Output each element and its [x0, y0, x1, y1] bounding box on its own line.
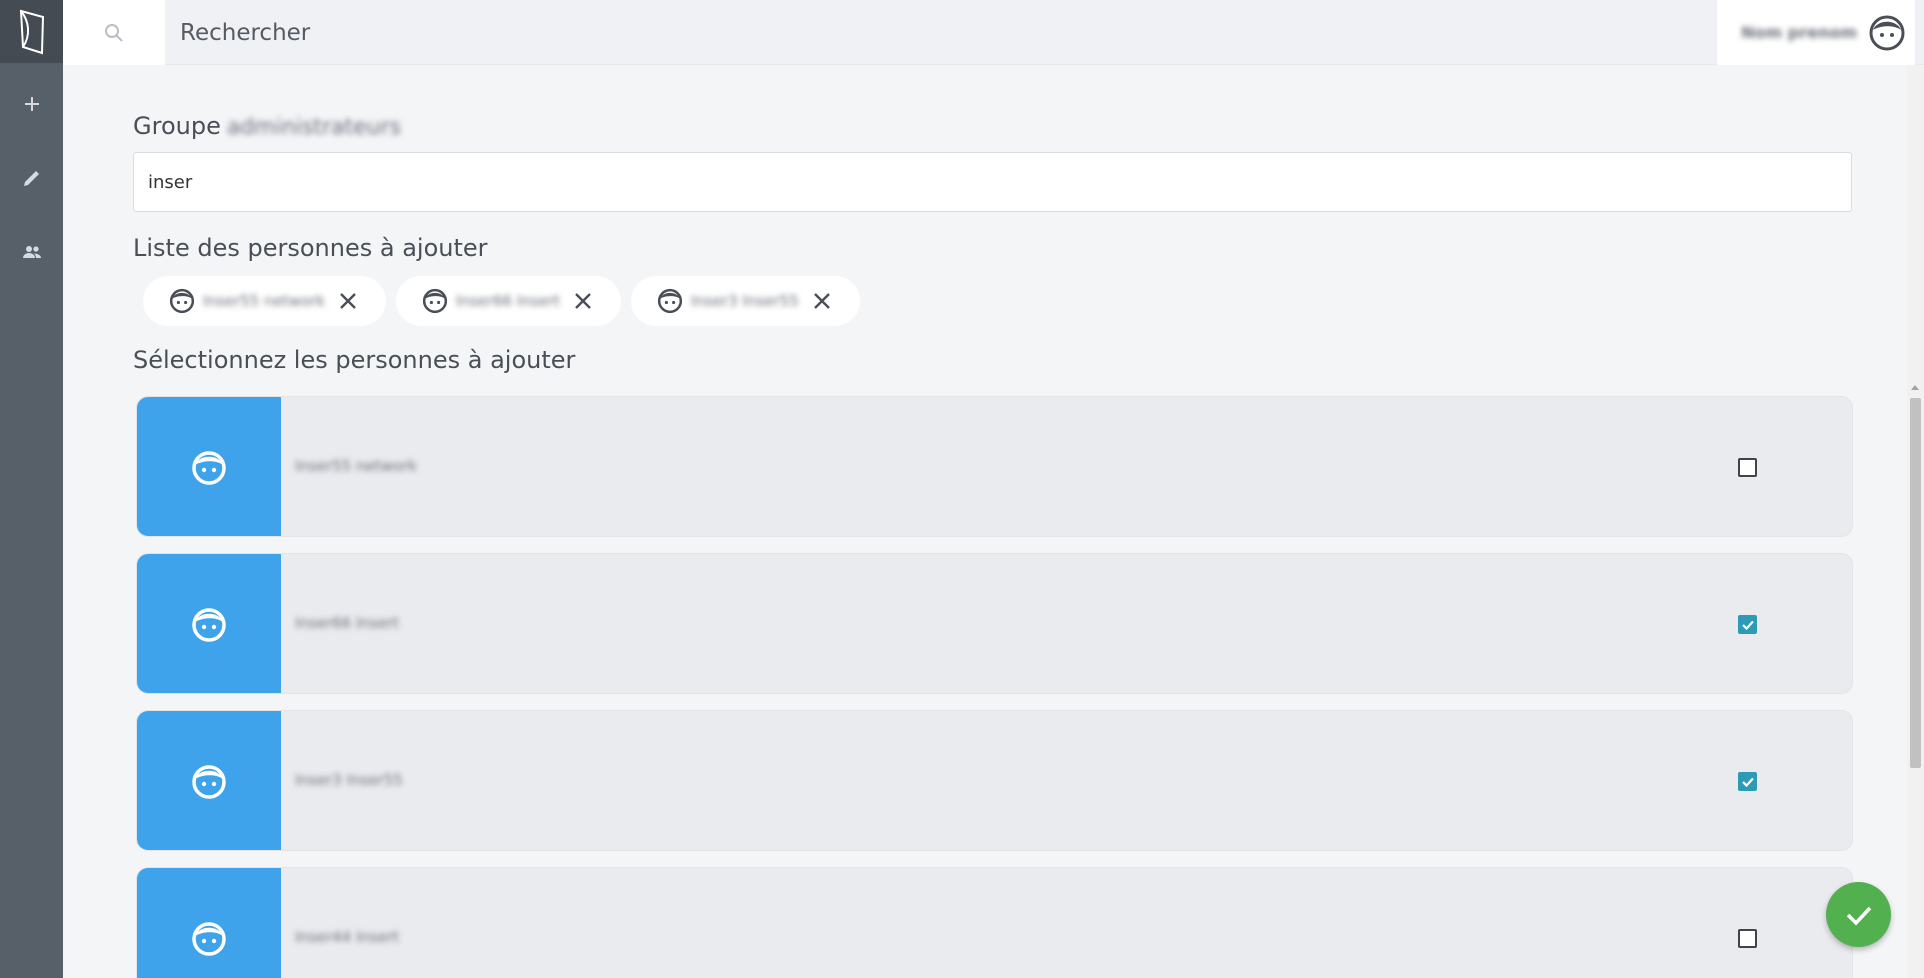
top-bar: Nom prenom: [63, 0, 1924, 65]
group-label: Groupe: [133, 112, 221, 140]
face-icon: [657, 288, 683, 314]
group-name: administrateurs: [226, 115, 402, 140]
logo[interactable]: [0, 0, 63, 63]
search-button[interactable]: [63, 0, 165, 65]
add-button[interactable]: [0, 74, 63, 134]
face-icon: [192, 607, 226, 642]
scroll-up-arrow[interactable]: [1911, 385, 1919, 390]
person-row[interactable]: Inser66 Insert: [136, 553, 1853, 694]
person-name: Inser55 network: [295, 457, 417, 475]
person-filter-input[interactable]: [133, 152, 1852, 212]
check-icon: [1741, 620, 1754, 630]
person-checkbox[interactable]: [1738, 929, 1757, 948]
search-icon: [105, 23, 123, 42]
pencil-icon: [23, 171, 39, 186]
confirm-button[interactable]: [1826, 882, 1891, 947]
face-icon: [192, 921, 226, 956]
logo-icon: [19, 9, 44, 54]
close-icon: [813, 293, 830, 309]
person-chip: Inser55 network: [143, 276, 386, 326]
search-input[interactable]: [165, 0, 1265, 65]
user-name: Nom prenom: [1741, 23, 1857, 42]
check-icon: [1846, 906, 1871, 926]
chip-name: Inser66 Insert: [455, 292, 560, 310]
person-chip: Inser66 Insert: [395, 276, 621, 326]
face-icon: [422, 288, 448, 314]
person-checkbox[interactable]: [1738, 615, 1757, 634]
avatar: [137, 868, 281, 978]
chip-name: Inser3 Inser55: [690, 292, 799, 310]
person-row[interactable]: Inser44 Insert: [136, 867, 1853, 978]
face-icon: [192, 764, 226, 799]
person-row[interactable]: Inser3 Inser55: [136, 710, 1853, 851]
user-menu[interactable]: Nom prenom: [1717, 0, 1915, 65]
avatar: [137, 554, 281, 693]
face-icon: [169, 288, 195, 314]
avatar: [137, 711, 281, 850]
person-checkbox[interactable]: [1738, 458, 1757, 477]
groups-button[interactable]: [0, 222, 63, 282]
plus-icon: [24, 97, 39, 111]
edit-button[interactable]: [0, 148, 63, 208]
person-row[interactable]: Inser55 network: [136, 396, 1853, 537]
sidebar: [0, 0, 63, 978]
face-icon: [192, 450, 226, 485]
close-icon: [340, 293, 356, 309]
selected-people-chips: Inser55 network Inser66 Insert Inser3 In…: [143, 276, 860, 326]
person-name: Inser44 Insert: [295, 928, 400, 946]
chip-remove-button[interactable]: [570, 288, 596, 314]
group-icon: [22, 246, 41, 258]
chip-remove-button[interactable]: [809, 288, 835, 314]
face-icon: [1869, 15, 1905, 50]
close-icon: [575, 293, 591, 309]
person-name: Inser3 Inser55: [295, 771, 403, 789]
select-people-title: Sélectionnez les personnes à ajouter: [133, 346, 576, 374]
chip-remove-button[interactable]: [335, 288, 361, 314]
group-title: Groupe administrateurs: [133, 112, 401, 140]
person-checkbox[interactable]: [1738, 772, 1757, 791]
person-chip: Inser3 Inser55: [630, 276, 860, 326]
person-name: Inser66 Insert: [295, 614, 400, 632]
scrollbar-thumb[interactable]: [1910, 398, 1921, 768]
chip-name: Inser55 network: [203, 292, 325, 310]
selected-list-title: Liste des personnes à ajouter: [133, 234, 488, 262]
check-icon: [1741, 777, 1754, 787]
scrollbar[interactable]: [1907, 65, 1924, 978]
avatar: [137, 397, 281, 536]
